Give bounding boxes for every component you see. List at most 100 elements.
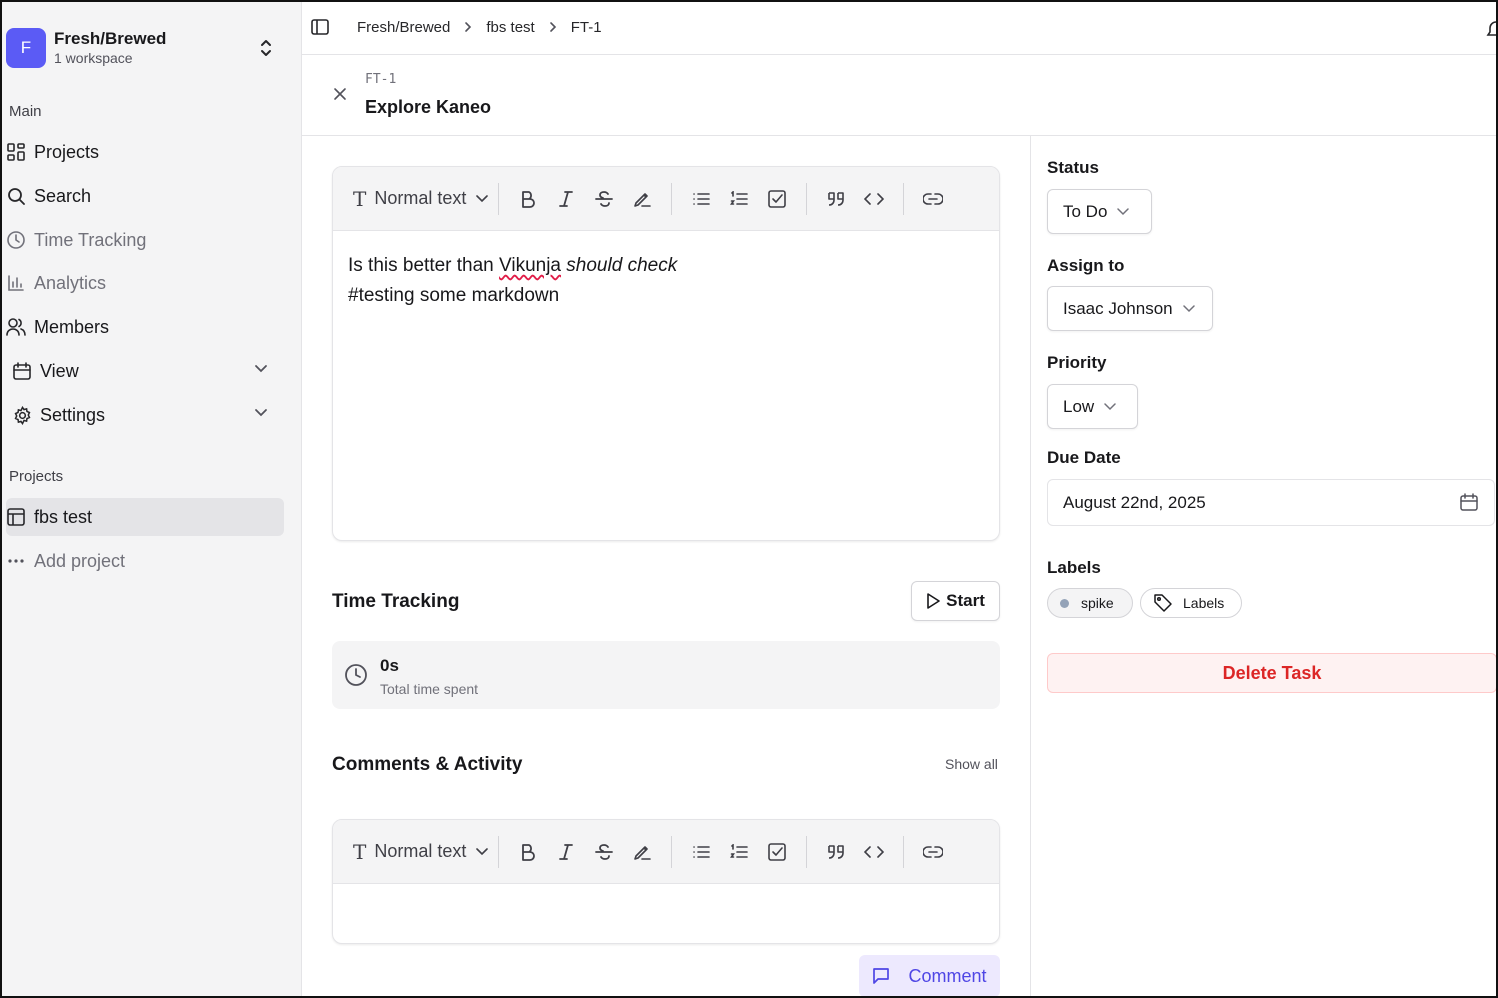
sidebar-item-view[interactable]: View: [6, 352, 284, 390]
workspace-subtitle: 1 workspace: [54, 50, 133, 66]
chevron-down-icon: [476, 847, 489, 856]
chevron-down-icon[interactable]: [254, 407, 268, 417]
status-value: To Do: [1063, 201, 1108, 221]
bullet-list-icon[interactable]: [684, 835, 718, 869]
chevrons-up-down-icon[interactable]: [258, 38, 274, 58]
comment-editor: T Normal text: [332, 819, 1000, 944]
chevron-down-icon: [1117, 207, 1130, 216]
bold-icon[interactable]: [511, 835, 545, 869]
highlighter-icon[interactable]: [625, 835, 659, 869]
due-date-picker[interactable]: August 22nd, 2025: [1047, 479, 1495, 526]
strikethrough-icon[interactable]: [587, 182, 621, 216]
comments-title: Comments & Activity: [332, 754, 523, 775]
task-details-panel: Status To Do Assign to Isaac Johnson Pri…: [1030, 136, 1498, 998]
close-icon[interactable]: [332, 86, 348, 102]
ordered-list-icon[interactable]: [722, 182, 756, 216]
highlighter-icon[interactable]: [625, 182, 659, 216]
breadcrumb-workspace[interactable]: Fresh/Brewed: [357, 19, 450, 36]
layout-icon: [6, 507, 26, 527]
sidebar-item-search[interactable]: Search: [6, 177, 284, 215]
code-icon[interactable]: [857, 182, 891, 216]
calendar-icon: [1460, 493, 1478, 511]
more-horizontal-icon: [6, 551, 26, 571]
calendar-icon: [12, 361, 32, 381]
comment-toolbar: T Normal text: [333, 820, 999, 884]
label-color-dot: [1060, 598, 1069, 608]
priority-label: Priority: [1047, 353, 1107, 372]
message-square-icon: [872, 967, 890, 985]
description-text: Is this better than: [348, 255, 500, 276]
code-icon[interactable]: [857, 835, 891, 869]
sidebar-item-label: Projects: [34, 141, 100, 162]
due-date-label: Due Date: [1047, 448, 1121, 467]
bar-chart-icon: [6, 273, 26, 293]
breadcrumb: Fresh/Brewed fbs test FT-1: [357, 19, 602, 36]
comment-input[interactable]: [333, 884, 999, 924]
search-icon: [6, 186, 26, 206]
italic-icon[interactable]: [549, 835, 583, 869]
toolbar-divider: [671, 835, 673, 868]
add-project-label: Add project: [34, 550, 126, 571]
chevron-down-icon: [476, 194, 489, 203]
task-title[interactable]: Explore Kaneo: [365, 97, 491, 118]
add-labels-button[interactable]: Labels: [1140, 588, 1242, 618]
chevron-down-icon[interactable]: [254, 363, 268, 373]
total-time-caption: Total time spent: [380, 681, 479, 697]
checkbox-list-icon[interactable]: [760, 182, 794, 216]
sidebar-toggle-icon[interactable]: [311, 18, 329, 36]
tag-icon: [1153, 593, 1173, 613]
quote-icon[interactable]: [819, 835, 853, 869]
sidebar-item-time-tracking[interactable]: Time Tracking: [6, 221, 284, 259]
sidebar: F Fresh/Brewed 1 workspace Main Projects…: [0, 0, 302, 998]
breadcrumb-project[interactable]: fbs test: [486, 19, 534, 36]
grid-icon: [6, 142, 26, 162]
text-type-icon: T: [353, 186, 367, 211]
sidebar-item-analytics[interactable]: Analytics: [6, 264, 284, 302]
sidebar-item-settings[interactable]: Settings: [6, 396, 284, 434]
sidebar-item-members[interactable]: Members: [6, 308, 284, 346]
priority-select[interactable]: Low: [1047, 384, 1138, 429]
bell-icon[interactable]: [1484, 18, 1496, 38]
italic-icon[interactable]: [549, 182, 583, 216]
toolbar-divider: [806, 182, 808, 215]
toolbar-divider: [671, 182, 673, 215]
bold-icon[interactable]: [511, 182, 545, 216]
toolbar-divider: [498, 182, 500, 215]
workspace-name: Fresh/Brewed: [54, 29, 167, 48]
status-select[interactable]: To Do: [1047, 189, 1152, 234]
bullet-list-icon[interactable]: [684, 182, 718, 216]
checkbox-list-icon[interactable]: [760, 835, 794, 869]
workspace-switcher[interactable]: F Fresh/Brewed 1 workspace: [6, 26, 296, 70]
assignee-select[interactable]: Isaac Johnson: [1047, 286, 1213, 331]
comment-submit-button[interactable]: Comment: [859, 955, 1000, 997]
sidebar-item-label: Search: [34, 185, 92, 206]
top-bar: Fresh/Brewed fbs test FT-1: [302, 0, 1498, 55]
labels-label: Labels: [1047, 558, 1101, 577]
add-project-button[interactable]: Add project: [6, 542, 284, 580]
main-section-label: Main: [9, 103, 42, 120]
start-timer-button[interactable]: Start: [911, 581, 1000, 621]
link-icon[interactable]: [916, 835, 950, 869]
description-line-2: #testing some markdown: [348, 285, 560, 306]
users-icon: [6, 317, 26, 337]
sidebar-item-label: Time Tracking: [34, 229, 147, 250]
chevron-down-icon: [1182, 304, 1195, 313]
description-content[interactable]: Is this better than Vikunja should check…: [333, 231, 999, 331]
delete-task-button[interactable]: Delete Task: [1047, 653, 1497, 693]
chevron-right-icon: [464, 21, 472, 33]
sidebar-item-label: View: [40, 360, 79, 381]
time-tracking-title: Time Tracking: [332, 591, 460, 612]
sidebar-project-fbs-test[interactable]: fbs test: [6, 498, 284, 536]
sidebar-item-projects[interactable]: Projects: [6, 133, 284, 171]
strikethrough-icon[interactable]: [587, 835, 621, 869]
text-format-dropdown[interactable]: T Normal text: [353, 186, 489, 211]
description-editor: T Normal text Is this better than Vikunj…: [332, 166, 1000, 541]
show-all-link[interactable]: Show all: [945, 756, 998, 772]
gear-icon: [12, 405, 32, 425]
text-format-dropdown[interactable]: T Normal text: [353, 840, 489, 864]
label-chip-spike[interactable]: spike: [1047, 588, 1133, 618]
text-format-label: Normal text: [374, 841, 467, 861]
quote-icon[interactable]: [819, 182, 853, 216]
ordered-list-icon[interactable]: [722, 835, 756, 869]
link-icon[interactable]: [916, 182, 950, 216]
